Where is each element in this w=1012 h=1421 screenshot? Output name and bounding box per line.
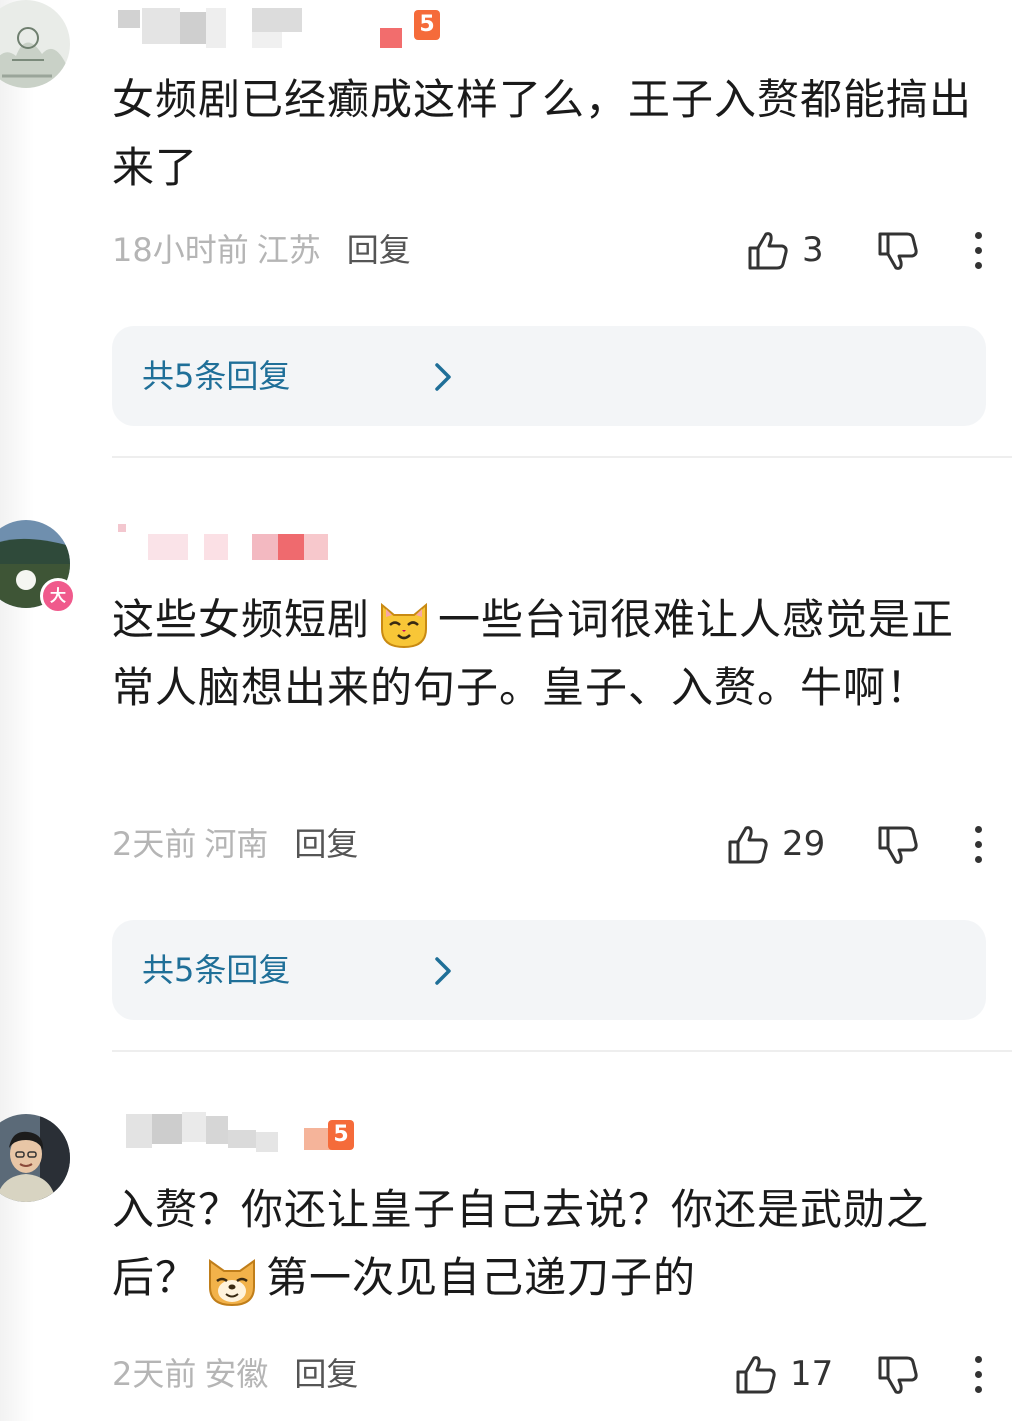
cat-emoji-icon	[381, 602, 428, 648]
comment-meta: 18小时前 江苏 回复	[112, 230, 411, 270]
dislike-button[interactable]	[876, 230, 920, 274]
chevron-right-icon	[435, 957, 451, 985]
thumbs-up-icon	[736, 1356, 776, 1394]
like-button[interactable]: 17	[734, 1352, 833, 1396]
comment-meta: 2天前 河南 回复	[112, 824, 358, 864]
like-count: 29	[782, 824, 826, 864]
thumbs-down-icon	[878, 1356, 918, 1394]
dislike-button[interactable]	[876, 1354, 920, 1398]
comment-location: 江苏	[256, 231, 321, 269]
comment-text: 入赘？你还让皇子自己去说？你还是武勋之后？ 第一次见自己递刀子的	[112, 1176, 982, 1312]
username-blurred[interactable]	[118, 8, 458, 48]
view-replies-button[interactable]: 共5条回复	[112, 920, 986, 1020]
comment-text: 这些女频短剧 一些台词很难让人感觉是正常人脑想出来的句子。皇子、入赘。牛啊！	[112, 595, 955, 712]
replies-count-label: 共5条回复	[142, 357, 291, 395]
comment-meta: 2天前 安徽 回复	[112, 1354, 358, 1394]
comment-time: 2天前	[112, 1355, 197, 1393]
more-options-button[interactable]	[972, 826, 984, 866]
like-button[interactable]: 29	[726, 822, 825, 866]
comment-text: 女频剧已经癫成这样了么，王子入赘都能搞出来了	[112, 75, 973, 192]
fan-level-badge: 5	[414, 10, 440, 40]
dislike-button[interactable]	[876, 824, 920, 868]
comment-time: 18小时前	[112, 231, 249, 269]
thumbs-up-icon	[728, 826, 768, 864]
fan-level-badge: 5	[328, 1120, 354, 1150]
reply-button[interactable]: 回复	[294, 825, 358, 863]
comment-divider	[112, 456, 1012, 458]
comment-time: 2天前	[112, 825, 197, 863]
more-options-button[interactable]	[972, 232, 984, 272]
like-count: 17	[790, 1354, 834, 1394]
avatar[interactable]	[0, 0, 70, 88]
chevron-right-icon	[435, 363, 451, 391]
level-badge: 大	[40, 578, 76, 614]
comment-location: 河南	[204, 825, 269, 863]
like-button[interactable]: 3	[746, 228, 824, 272]
comment-divider	[112, 1050, 1012, 1052]
reply-button[interactable]: 回复	[294, 1355, 358, 1393]
thumbs-up-icon	[748, 232, 788, 270]
reply-button[interactable]: 回复	[347, 231, 411, 269]
avatar[interactable]	[0, 1114, 70, 1202]
username-blurred[interactable]	[118, 524, 338, 564]
comment-location: 安徽	[204, 1355, 269, 1393]
thumbs-down-icon	[878, 232, 918, 270]
left-edge-shadow	[0, 0, 34, 1421]
view-replies-button[interactable]: 共5条回复	[112, 326, 986, 426]
dog-emoji-icon	[209, 1258, 256, 1306]
replies-count-label: 共5条回复	[142, 951, 291, 989]
thumbs-down-icon	[878, 826, 918, 864]
more-options-button[interactable]	[972, 1356, 984, 1396]
like-count: 3	[802, 230, 824, 270]
